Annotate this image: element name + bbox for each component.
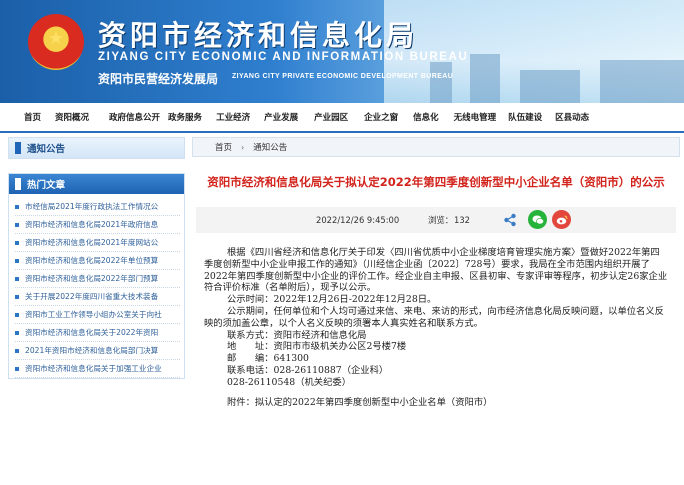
bullet-icon: [15, 312, 19, 317]
nav-item[interactable]: 首页: [24, 111, 41, 123]
nav-item[interactable]: 政务服务: [168, 111, 202, 123]
nav-item[interactable]: 队伍建设: [508, 111, 542, 123]
header-marker: [15, 178, 21, 190]
site-subtitle: 资阳市民营经济发展局: [98, 72, 219, 86]
body-paragraph: 根据《四川省经济和信息化厅关于印发〈四川省优质中小企业梯度培育管理实施方案〉暨做…: [204, 247, 668, 294]
notice-box: 通知公告: [8, 137, 185, 159]
contact-line: 邮 编：641300: [227, 353, 309, 365]
bullet-icon: [15, 366, 19, 371]
banner-building: [520, 70, 580, 103]
hot-article-item[interactable]: 资阳市工业工作领导小组办公室关于向社: [15, 306, 180, 324]
hot-article-link[interactable]: 资阳市经济和信息化局关于加强工业企业: [25, 363, 162, 374]
article-body: 根据《四川省经济和信息化厅关于印发〈四川省优质中小企业梯度培育管理实施方案〉暨做…: [192, 247, 680, 408]
hot-article-link[interactable]: 资阳市经济和信息化局2022年部门预算: [25, 273, 158, 284]
hot-article-item[interactable]: 资阳市经济和信息化局关于加强工业企业: [15, 360, 180, 378]
share-icon[interactable]: [503, 213, 517, 227]
breadcrumb: 首页 › 通知公告: [192, 137, 680, 157]
nav-item[interactable]: 产业园区: [314, 111, 348, 123]
banner-building: [600, 60, 684, 103]
article-title: 资阳市经济和信息化局关于拟认定2022年第四季度创新型中小企业名单（资阳市）的公…: [207, 175, 665, 189]
body-paragraph: 公示期间，任何单位和个人均可通过来信、来电、来访的形式，向市经济信息化局反映问题…: [204, 305, 664, 329]
site-banner: 资阳市经济和信息化局 ZIYANG CITY ECONOMIC AND INFO…: [0, 0, 684, 103]
attachment-link[interactable]: 附件：拟认定的2022年第四季度创新型中小企业名单（资阳市）: [204, 397, 668, 409]
national-emblem-icon: [28, 14, 84, 70]
hot-article-item[interactable]: 资阳市经济和信息化局2022年部门预算: [15, 270, 180, 288]
banner-building: [470, 54, 500, 103]
view-count: 132: [454, 215, 470, 225]
hot-article-item[interactable]: 2021年资阳市经济和信息化局部门决算: [15, 342, 180, 360]
contact-line: 028-26110548（机关纪委）: [227, 376, 351, 388]
nav-item[interactable]: 企业之窗: [364, 111, 398, 123]
hot-article-item[interactable]: 资阳市经济和信息化局关于2022年资阳: [15, 324, 180, 342]
hot-articles-box: 热门文章 市经信局2021年度行政执法工作情况公 资阳市经济和信息化局2021年政…: [8, 173, 185, 379]
nav-item[interactable]: 无线电管理: [454, 111, 497, 123]
breadcrumb-current[interactable]: 通知公告: [253, 141, 287, 153]
publish-date: 2022/12/26 9:45:00: [316, 215, 400, 225]
hot-articles-title: 热门文章: [27, 180, 66, 191]
hot-articles-list: 市经信局2021年度行政执法工作情况公 资阳市经济和信息化局2021年政府信息 资阳…: [9, 194, 184, 378]
site-title-en: ZIYANG CITY ECONOMIC AND INFORMATION BUR…: [98, 51, 469, 63]
bullet-icon: [15, 276, 19, 281]
bullet-icon: [15, 240, 19, 245]
nav-item[interactable]: 产业发展: [264, 111, 298, 123]
site-subtitle-en: ZIYANG CITY PRIVATE ECONOMIC DEVELOPMENT…: [232, 73, 454, 80]
nav-item[interactable]: 政府信息公开: [109, 111, 160, 123]
hot-article-link[interactable]: 资阳市经济和信息化局2021年政府信息: [25, 219, 158, 230]
nav-item[interactable]: 工业经济: [216, 111, 250, 123]
hot-article-link[interactable]: 资阳市经济和信息化局2021年度网站公: [25, 237, 158, 248]
hot-article-link[interactable]: 资阳市经济和信息化局关于2022年资阳: [25, 327, 158, 338]
hot-article-item[interactable]: 关于开展2022年度四川省重大技术装备: [15, 288, 180, 306]
hot-articles-header: 热门文章: [9, 174, 184, 194]
bullet-icon: [15, 330, 19, 335]
sidebar: 通知公告 热门文章 市经信局2021年度行政执法工作情况公 资阳市经济和信息化局2…: [0, 137, 187, 485]
banner-building: [430, 62, 452, 103]
hot-article-link[interactable]: 资阳市经济和信息化局2022年单位预算: [25, 255, 158, 266]
hot-article-item[interactable]: 市经信局2021年度行政执法工作情况公: [15, 198, 180, 216]
article-meta: 2022/12/26 9:45:00 浏览： 132: [196, 207, 676, 233]
hot-article-link[interactable]: 资阳市工业工作领导小组办公室关于向社: [25, 309, 162, 320]
hot-article-item[interactable]: 资阳市经济和信息化局2021年政府信息: [15, 216, 180, 234]
hot-article-item[interactable]: 资阳市经济和信息化局2022年单位预算: [15, 252, 180, 270]
main-nav: 首页 资阳概况 政府信息公开 政务服务 工业经济 产业发展 产业园区 企业之窗 信息化 无线电管理…: [0, 103, 684, 133]
nav-item[interactable]: 资阳概况: [55, 111, 89, 123]
hot-article-link[interactable]: 关于开展2022年度四川省重大技术装备: [25, 291, 158, 302]
breadcrumb-home[interactable]: 首页: [215, 141, 232, 153]
notice-title: 通知公告: [27, 144, 66, 155]
wechat-share-icon[interactable]: [528, 210, 547, 229]
bullet-icon: [15, 222, 19, 227]
hot-article-link[interactable]: 2021年资阳市经济和信息化局部门决算: [25, 345, 158, 356]
bullet-icon: [15, 258, 19, 263]
hot-article-link[interactable]: 市经信局2021年度行政执法工作情况公: [25, 201, 158, 212]
article-main: 首页 › 通知公告 资阳市经济和信息化局关于拟认定2022年第四季度创新型中小企…: [192, 137, 680, 485]
breadcrumb-arrow-icon: ›: [241, 142, 245, 152]
weibo-share-icon[interactable]: [552, 210, 571, 229]
bullet-icon: [15, 204, 19, 209]
hot-article-item[interactable]: 资阳市经济和信息化局2021年度网站公: [15, 234, 180, 252]
site-title: 资阳市经济和信息化局: [98, 19, 419, 52]
body-paragraph: 公示时间：2022年12月26日-2022年12月28日。: [227, 294, 437, 306]
nav-item[interactable]: 区县动态: [555, 111, 589, 123]
header-marker: [15, 142, 21, 154]
contact-line: 联系方式：资阳市经济和信息化局: [227, 329, 367, 341]
contact-line: 地 址：资阳市市级机关办公区2号楼7楼: [227, 341, 407, 353]
bullet-icon: [15, 348, 19, 353]
contact-line: 联系电话：028-26110887（企业科）: [227, 364, 389, 376]
bullet-icon: [15, 294, 19, 299]
views-label: 浏览：: [428, 215, 454, 225]
nav-items: 首页 资阳概况 政府信息公开 政务服务 工业经济 产业发展 产业园区 企业之窗 信息化 无线电管理…: [24, 111, 589, 123]
nav-item[interactable]: 信息化: [413, 111, 439, 123]
notice-header[interactable]: 通知公告: [9, 138, 184, 158]
